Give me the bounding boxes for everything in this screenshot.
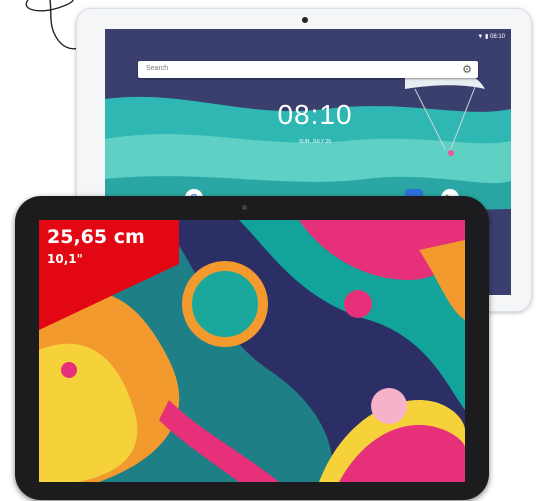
black-tablet-screen: 25,65 cm 10,1" [39,220,465,482]
black-tablet: 25,65 cm 10,1" [15,196,489,500]
status-bar: ▼ ▮ 08:10 [477,34,505,40]
screen-size-inch: 10,1" [47,252,83,266]
doodle-line [25,0,80,50]
screen-size-cm: 25,65 cm [47,226,145,248]
front-camera [242,205,247,210]
clock-widget: 08:10 [277,99,353,130]
gear-icon[interactable]: ⚙ [462,63,472,76]
front-camera [302,17,308,23]
date-label: SUN, JULY 25 [298,139,332,145]
product-scene: ▼ ▮ 08:10 Search ⚙ 08:10 SUN, JULY 25 G … [0,0,544,501]
search-bar[interactable]: Search ⚙ [138,61,478,78]
search-input[interactable]: Search [146,65,168,72]
